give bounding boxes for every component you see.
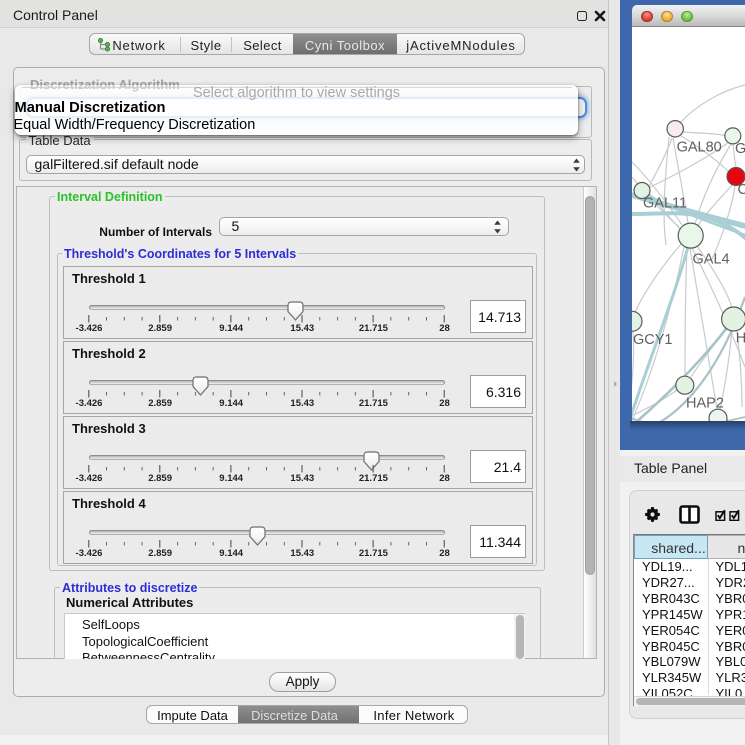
svg-text:GCY1: GCY1 bbox=[633, 332, 673, 348]
svg-text:GAL11: GAL11 bbox=[643, 195, 687, 211]
svg-text:HAP2: HAP2 bbox=[686, 395, 724, 411]
svg-text:GAL80: GAL80 bbox=[677, 139, 722, 155]
svg-text:GAL4: GAL4 bbox=[693, 251, 730, 267]
svg-text:H: H bbox=[736, 330, 745, 346]
svg-text:C: C bbox=[738, 182, 745, 198]
svg-text:GA: GA bbox=[735, 141, 745, 157]
